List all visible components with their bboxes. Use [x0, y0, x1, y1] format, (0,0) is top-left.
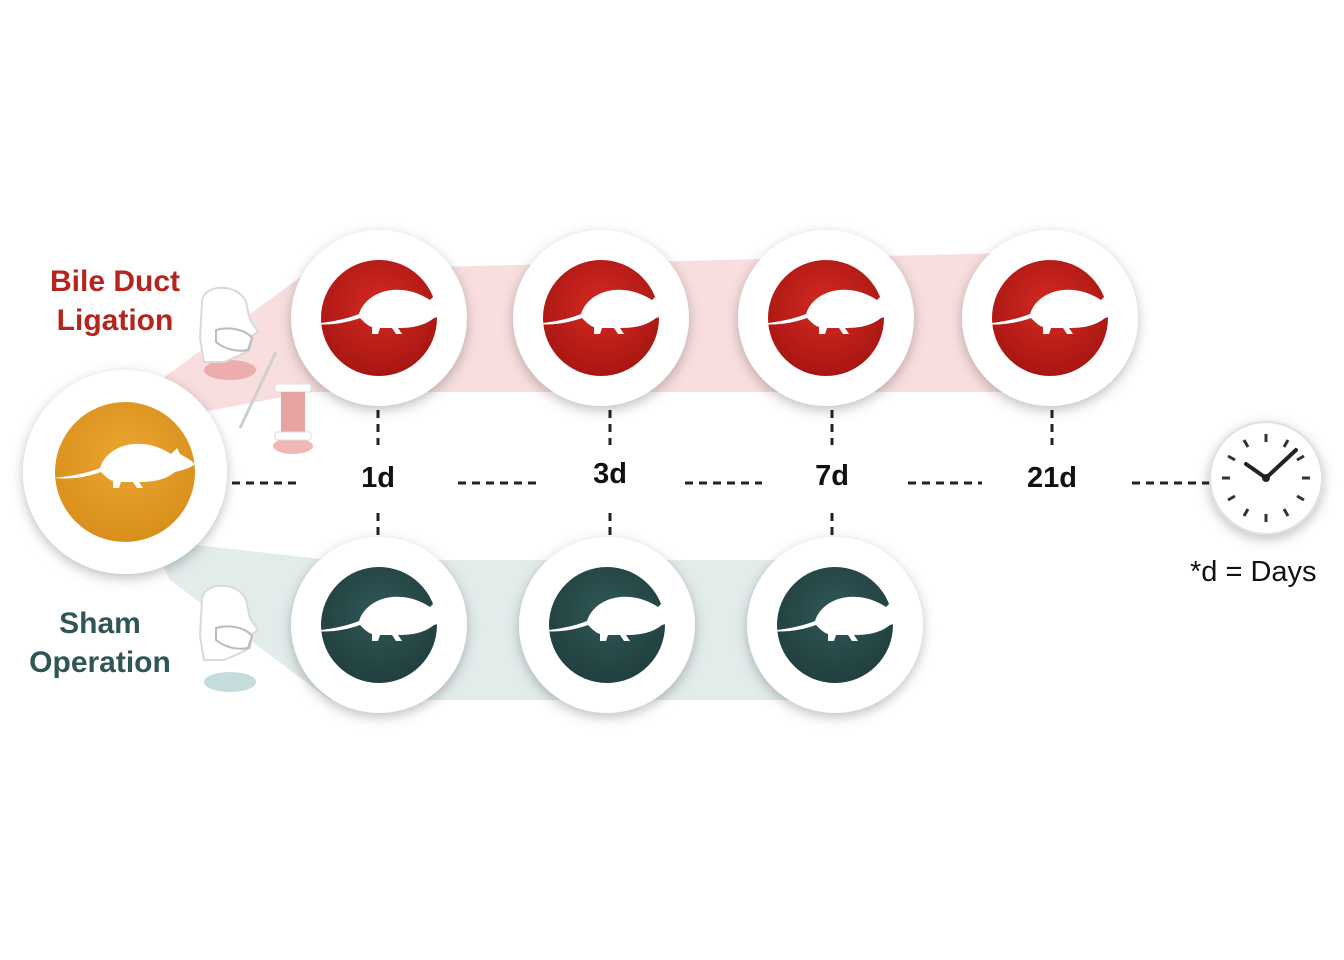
timepoint-label-21d: 21d [1027, 462, 1077, 494]
timepoint-label-1d: 1d [361, 462, 395, 494]
timepoint-label-3d: 3d [593, 458, 627, 490]
clock-icon [1209, 421, 1323, 535]
bdl-label-line2: Ligation [56, 304, 174, 337]
days-legend: *d = Days [1190, 556, 1317, 588]
sham-node-3d [519, 537, 695, 713]
bdl-node-7d [738, 230, 914, 406]
bdl-node-1d [291, 230, 467, 406]
sham-group-label: Sham Operation [10, 604, 190, 682]
bdl-node-3d [513, 230, 689, 406]
sham-node-1d [291, 537, 467, 713]
experiment-timeline-diagram [23, 230, 1323, 713]
bdl-node-21d [962, 230, 1138, 406]
sham-label-line2: Operation [29, 646, 171, 679]
bdl-group-label: Bile Duct Ligation [30, 262, 200, 340]
surgeon-mask-icon [198, 286, 260, 380]
sham-node-7d [747, 537, 923, 713]
timepoint-label-7d: 7d [815, 460, 849, 492]
baseline-node [23, 370, 227, 574]
sham-label-line1: Sham [59, 607, 141, 640]
bdl-label-line1: Bile Duct [49, 265, 181, 298]
